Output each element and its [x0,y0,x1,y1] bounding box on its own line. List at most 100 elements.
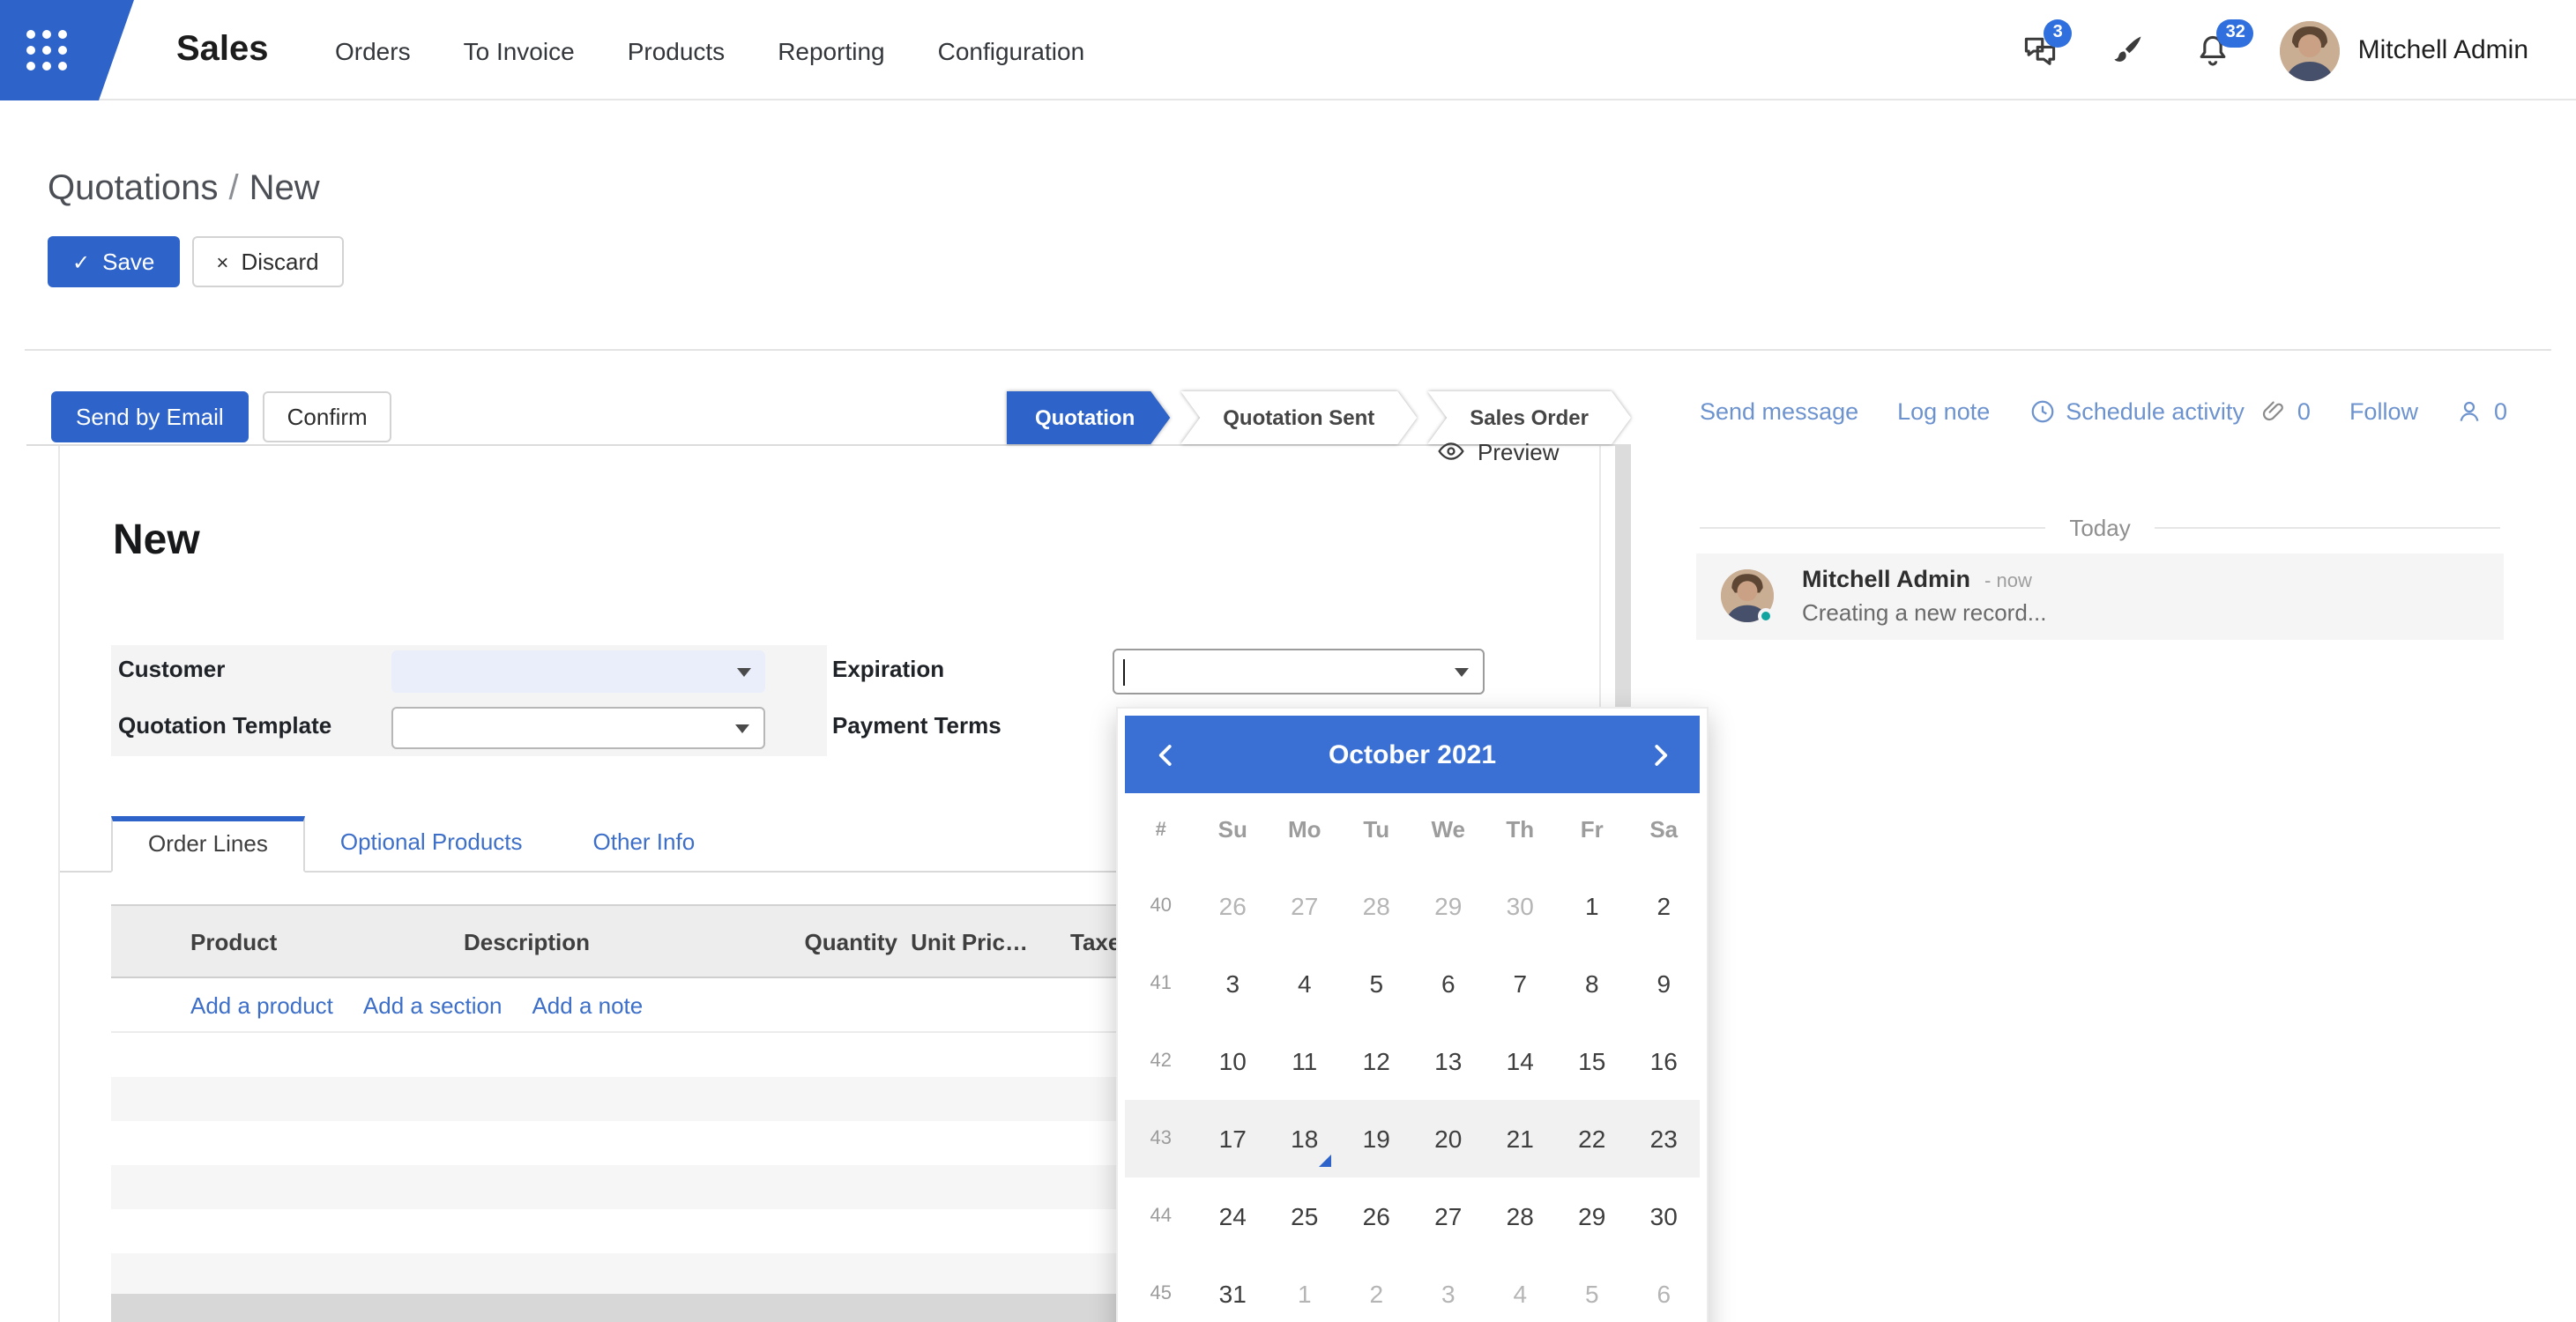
expiration-label: Expiration [832,656,944,682]
message-body: Creating a new record... [1802,599,2046,626]
menu-item-to-invoice[interactable]: To Invoice [464,36,575,64]
customer-preview-button[interactable]: Preview [1437,437,1560,465]
schedule-activity-link[interactable]: Schedule activity [2029,398,2245,425]
day-cell-29[interactable]: 29 [1412,867,1485,945]
day-cell-8[interactable]: 8 [1556,945,1628,1022]
day-cell-2[interactable]: 2 [1341,1255,1413,1322]
day-cell-27[interactable]: 27 [1269,867,1341,945]
day-cell-26[interactable]: 26 [1197,867,1269,945]
save-button[interactable]: ✓ Save [48,236,179,287]
day-cell-2[interactable]: 2 [1628,867,1701,945]
page-divider [25,349,2551,351]
tab-optional-products[interactable]: Optional Products [305,814,558,871]
day-cell-16[interactable]: 16 [1628,1022,1701,1100]
day-cell-6[interactable]: 6 [1628,1255,1701,1322]
user-menu[interactable]: Mitchell Admin [2281,20,2528,80]
stage-quotation[interactable]: Quotation [1007,391,1170,444]
follow-button[interactable]: Follow [2349,398,2418,425]
day-cell-18[interactable]: 18 [1269,1100,1341,1177]
menu-item-configuration[interactable]: Configuration [938,36,1085,64]
menu-item-reporting[interactable]: Reporting [778,36,884,64]
log-note-link[interactable]: Log note [1897,398,1990,425]
day-cell-29[interactable]: 29 [1556,1177,1628,1255]
stage-quotation-sent[interactable]: Quotation Sent [1180,391,1417,444]
followers-button[interactable]: 0 [2457,398,2507,425]
brush-icon[interactable] [2108,31,2147,70]
day-cell-23[interactable]: 23 [1628,1100,1701,1177]
day-cell-30[interactable]: 30 [1628,1177,1701,1255]
bell-icon[interactable]: 32 [2194,31,2233,70]
attachments-button[interactable]: 0 [2260,398,2311,425]
chevron-right-icon[interactable] [1636,732,1682,777]
messages-icon[interactable]: 3 [2021,31,2060,70]
dp-week-row: 4531123456 [1125,1255,1700,1322]
day-cell-21[interactable]: 21 [1485,1100,1557,1177]
day-cell-28[interactable]: 28 [1341,867,1413,945]
day-cell-3[interactable]: 3 [1197,945,1269,1022]
day-cell-4[interactable]: 4 [1269,945,1341,1022]
day-cell-14[interactable]: 14 [1485,1022,1557,1100]
tab-order-lines[interactable]: Order Lines [111,816,305,873]
day-cell-20[interactable]: 20 [1412,1100,1485,1177]
day-cell-30[interactable]: 30 [1485,867,1557,945]
dow-week-number: # [1125,793,1197,867]
day-cell-9[interactable]: 9 [1628,945,1701,1022]
day-cell-1[interactable]: 1 [1269,1255,1341,1322]
confirm-button[interactable]: Confirm [263,391,392,442]
day-cell-25[interactable]: 25 [1269,1177,1341,1255]
app-name[interactable]: Sales [176,0,269,100]
day-cell-5[interactable]: 5 [1341,945,1413,1022]
day-cell-13[interactable]: 13 [1412,1022,1485,1100]
caret-down-icon [1455,668,1469,677]
datepicker-month-label[interactable]: October 2021 [1188,739,1636,769]
day-cell-22[interactable]: 22 [1556,1100,1628,1177]
day-cell-26[interactable]: 26 [1341,1177,1413,1255]
day-cell-5[interactable]: 5 [1556,1255,1628,1322]
quotation-template-input[interactable] [391,707,765,749]
day-cell-31[interactable]: 31 [1197,1255,1269,1322]
apps-menu-button[interactable] [0,0,134,100]
day-cell-1[interactable]: 1 [1556,867,1628,945]
today-divider-label: Today [2069,515,2130,541]
discard-button-label: Discard [241,249,318,275]
day-cell-19[interactable]: 19 [1341,1100,1413,1177]
message-author[interactable]: Mitchell Admin [1802,566,1970,592]
caret-down-icon [737,668,751,677]
menu-item-orders[interactable]: Orders [335,36,411,64]
stage-sales-order[interactable]: Sales Order [1427,391,1631,444]
send-by-email-button[interactable]: Send by Email [51,391,249,442]
chevron-left-icon[interactable] [1143,732,1188,777]
breadcrumb: Quotations/New [48,169,320,210]
link-add-a-product[interactable]: Add a product [190,992,333,1018]
expiration-input[interactable] [1113,649,1485,694]
menu-item-products[interactable]: Products [628,36,726,64]
day-cell-12[interactable]: 12 [1341,1022,1413,1100]
scrollbar-thumb[interactable] [1615,446,1631,746]
link-add-a-section[interactable]: Add a section [363,992,503,1018]
breadcrumb-current: New [249,169,320,208]
clock-icon [2029,398,2055,425]
day-cell-3[interactable]: 3 [1412,1255,1485,1322]
dow-su: Su [1197,793,1269,867]
record-title: New [113,516,200,566]
link-add-a-note[interactable]: Add a note [532,992,643,1018]
week-number: 42 [1125,1022,1197,1100]
day-cell-15[interactable]: 15 [1556,1022,1628,1100]
day-cell-28[interactable]: 28 [1485,1177,1557,1255]
customer-input[interactable] [391,650,765,693]
day-cell-4[interactable]: 4 [1485,1255,1557,1322]
day-cell-6[interactable]: 6 [1412,945,1485,1022]
day-cell-7[interactable]: 7 [1485,945,1557,1022]
form-statusbar: Send by Email Confirm QuotationQuotation… [26,370,1631,446]
day-cell-11[interactable]: 11 [1269,1022,1341,1100]
breadcrumb-quotations[interactable]: Quotations [48,169,218,208]
discard-button[interactable]: × Discard [191,236,343,287]
apps-grid-icon [26,30,67,71]
day-cell-10[interactable]: 10 [1197,1022,1269,1100]
schedule-activity-label: Schedule activity [2066,398,2245,425]
send-message-link[interactable]: Send message [1700,398,1858,425]
tab-other-info[interactable]: Other Info [558,814,731,871]
day-cell-24[interactable]: 24 [1197,1177,1269,1255]
day-cell-17[interactable]: 17 [1197,1100,1269,1177]
day-cell-27[interactable]: 27 [1412,1177,1485,1255]
